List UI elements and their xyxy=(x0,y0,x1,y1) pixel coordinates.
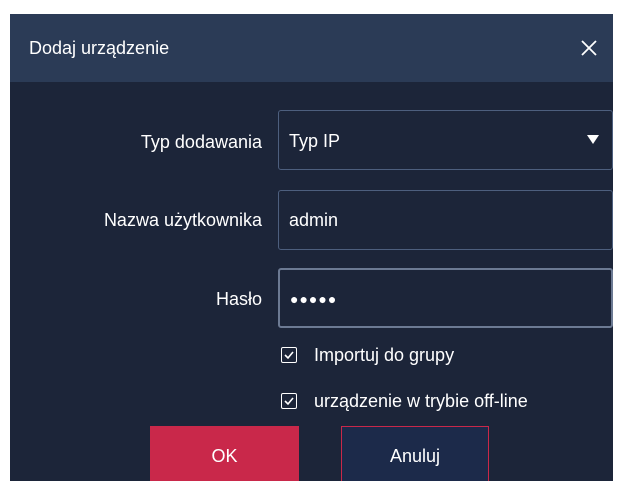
dialog-titlebar: Dodaj urządzenie xyxy=(10,14,613,82)
password-input[interactable]: ●●●●● xyxy=(278,268,613,328)
offline-device-label: urządzenie w trybie off-line xyxy=(314,391,528,411)
password-label: Hasło xyxy=(215,289,262,309)
ok-button[interactable]: OK xyxy=(150,426,299,481)
caret-down-icon xyxy=(587,135,599,144)
dialog-title: Dodaj urządzenie xyxy=(29,38,170,58)
close-icon[interactable] xyxy=(577,36,601,60)
import-to-group-checkbox[interactable] xyxy=(281,347,297,363)
add-type-select[interactable]: Typ IP xyxy=(278,110,613,170)
password-mask: ●●●●● xyxy=(290,291,338,307)
add-type-value: Typ IP xyxy=(289,131,341,151)
import-to-group-label: Importuj do grupy xyxy=(314,345,455,365)
cancel-button[interactable]: Anuluj xyxy=(341,426,489,481)
offline-device-checkbox[interactable] xyxy=(281,393,297,409)
add-type-label: Typ dodawania xyxy=(140,132,262,152)
username-label: Nazwa użytkownika xyxy=(103,210,262,230)
username-input[interactable] xyxy=(278,190,613,250)
add-device-dialog: Dodaj urządzenie Typ dodawania Typ IP Na… xyxy=(10,14,613,481)
